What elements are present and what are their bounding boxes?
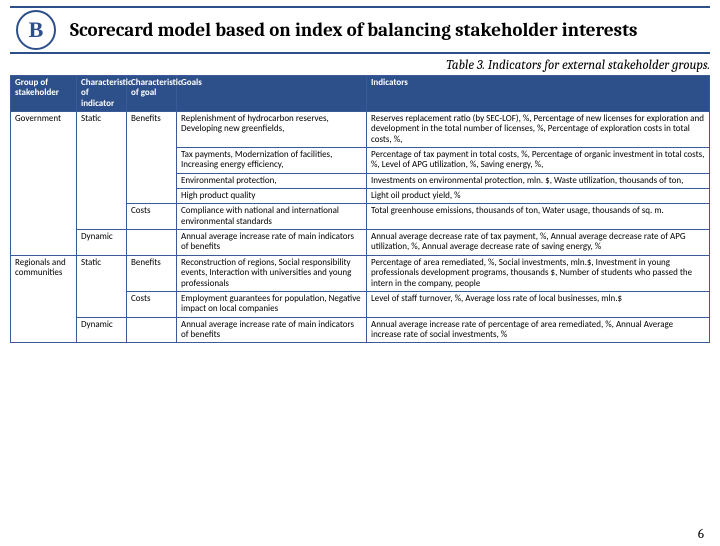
cell-goals: Annual average increase rate of main ind… xyxy=(177,317,367,343)
cell-goals: Environmental protection, xyxy=(177,173,367,188)
cell-indicators: Annual average increase rate of percenta… xyxy=(367,317,710,343)
cell-goals: Annual average increase rate of main ind… xyxy=(177,230,367,256)
col-char-goal: Characteristic of goal xyxy=(127,76,177,112)
table-row: Dynamic Annual average increase rate of … xyxy=(11,317,710,343)
slide-title: Scorecard model based on index of balanc… xyxy=(70,19,710,41)
cell-goals: High product quality xyxy=(177,189,367,204)
cell-char-goal xyxy=(127,230,177,256)
cell-group: Government xyxy=(11,112,77,256)
cell-goals: Reconstruction of regions, Social respon… xyxy=(177,255,367,291)
hse-logo-letter: В xyxy=(29,19,44,41)
cell-goals: Employment guarantees for population, Ne… xyxy=(177,291,367,317)
table-caption: Table 3. Indicators for external stakeho… xyxy=(0,58,710,73)
cell-char-ind: Dynamic xyxy=(77,230,127,256)
cell-indicators: Reserves replacement ratio (by SEC-LOF),… xyxy=(367,112,710,148)
cell-goals: Tax payments, Modernization of facilitie… xyxy=(177,148,367,174)
table-row: Dynamic Annual average increase rate of … xyxy=(11,230,710,256)
table-row: Regionals and communities Static Benefit… xyxy=(11,255,710,291)
col-group: Group of stakeholder xyxy=(11,76,77,112)
col-goals: Goals xyxy=(177,76,367,112)
table-header-row: Group of stakeholder Characteristic of i… xyxy=(11,76,710,112)
cell-char-goal xyxy=(127,317,177,343)
cell-indicators: Annual average decrease rate of tax paym… xyxy=(367,230,710,256)
cell-char-ind: Static xyxy=(77,112,127,230)
table-row: Government Static Benefits Replenishment… xyxy=(11,112,710,148)
cell-char-goal: Costs xyxy=(127,204,177,230)
cell-char-goal: Costs xyxy=(127,291,177,317)
cell-indicators: Investments on environmental protection,… xyxy=(367,173,710,188)
cell-char-goal: Benefits xyxy=(127,255,177,291)
scorecard-table: Group of stakeholder Characteristic of i… xyxy=(10,75,710,343)
cell-indicators: Level of staff turnover, %, Average loss… xyxy=(367,291,710,317)
cell-char-ind: Dynamic xyxy=(77,317,127,343)
col-char-ind: Characteristic of indicator xyxy=(77,76,127,112)
cell-indicators: Percentage of area remediated, %, Social… xyxy=(367,255,710,291)
col-indicators: Indicators xyxy=(367,76,710,112)
cell-indicators: Percentage of tax payment in total costs… xyxy=(367,148,710,174)
cell-char-ind: Static xyxy=(77,255,127,317)
cell-goals: Compliance with national and internation… xyxy=(177,204,367,230)
cell-indicators: Total greenhouse emissions, thousands of… xyxy=(367,204,710,230)
hse-logo: В xyxy=(16,10,56,50)
cell-char-goal: Benefits xyxy=(127,112,177,204)
cell-indicators: Light oil product yield, % xyxy=(367,189,710,204)
cell-group: Regionals and communities xyxy=(11,255,77,342)
cell-goals: Replenishment of hydrocarbon reserves, D… xyxy=(177,112,367,148)
header-bar: В Scorecard model based on index of bala… xyxy=(10,6,710,54)
